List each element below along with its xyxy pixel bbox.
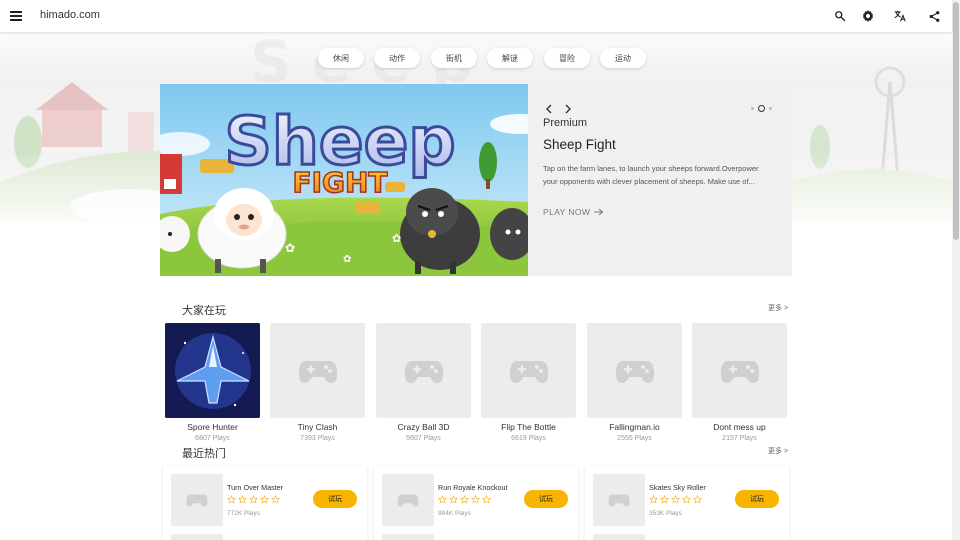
game-name: Dont mess up [713,422,766,432]
gamepad-icon[interactable] [382,474,434,526]
recent-game-plays: 984K Plays [438,510,471,517]
game-plays: 2157 Plays [722,435,757,442]
chevron-right-icon[interactable] [562,102,574,114]
recent-section-title: 最近热门 [182,448,226,460]
popular-more-link[interactable]: 更多 > [768,303,788,313]
category-pill-puzzle[interactable]: 解谜 [487,48,533,68]
featured-game-image[interactable]: Sheep FIGHT ✿ ✿ ✿ [160,84,528,276]
next-card-thumbnail [171,534,223,540]
gamepad-icon[interactable] [376,323,471,418]
play-now-label: PLAY NOW [543,207,591,217]
translate-icon[interactable] [892,8,908,24]
category-pill-sports[interactable]: 运动 [600,48,646,68]
category-pill-action[interactable]: 动作 [374,48,420,68]
page-scrollbar[interactable] [952,0,960,540]
recent-game-name[interactable]: Turn Over Master [227,483,283,492]
try-play-button[interactable]: 试玩 [735,490,779,508]
star-outline-icon[interactable] [249,495,258,504]
star-outline-icon[interactable] [260,495,269,504]
svg-text:FIGHT: FIGHT [292,166,387,199]
recent-game-plays: 772K Plays [227,510,260,517]
game-tile[interactable]: Crazy Ball 3D 5607 Plays [376,323,471,442]
game-name: Fallingman.io [609,422,660,432]
game-name: Spore Hunter [187,422,238,432]
svg-text:✿: ✿ [392,233,401,245]
game-tile[interactable]: Flip The Bottle 6619 Plays [481,323,576,442]
arrow-right-icon [594,208,604,216]
game-plays: 5607 Plays [406,435,441,442]
try-play-button[interactable]: 试玩 [313,490,357,508]
star-outline-icon[interactable] [271,495,280,504]
star-outline-icon[interactable] [682,495,691,504]
game-name: Flip The Bottle [501,422,556,432]
settings-icon[interactable] [860,8,876,24]
rating-stars[interactable] [227,495,280,504]
gamepad-icon[interactable] [270,323,365,418]
category-pill-adventure[interactable]: 冒险 [544,48,590,68]
gamepad-icon[interactable] [171,474,223,526]
game-plays: 7393 Plays [300,435,335,442]
star-outline-icon[interactable] [449,495,458,504]
gamepad-icon[interactable] [593,474,645,526]
game-plays: 6619 Plays [511,435,546,442]
rating-stars[interactable] [649,495,702,504]
game-thumbnail[interactable] [165,323,260,418]
star-outline-icon[interactable] [238,495,247,504]
featured-label: Premium [543,117,588,129]
game-tile[interactable]: Spore Hunter 6807 Plays [165,323,260,442]
star-outline-icon[interactable] [460,495,469,504]
featured-game-carousel: Sheep FIGHT ✿ ✿ ✿ Premium Sheep Fight Ta… [160,84,792,276]
carousel-dot[interactable] [769,107,772,110]
menu-icon[interactable] [10,10,22,22]
recent-game-name[interactable]: Skates Sky Roller [649,483,706,492]
game-tile[interactable]: Dont mess up 2157 Plays [692,323,787,442]
next-card-thumbnail [382,534,434,540]
carousel-indicators [751,105,772,112]
svg-text:✿: ✿ [285,241,295,255]
game-name: Crazy Ball 3D [397,422,450,432]
top-app-bar: himado.com [0,0,952,32]
recent-more-link[interactable]: 更多 > [768,446,788,456]
gamepad-icon[interactable] [481,323,576,418]
recent-game-name[interactable]: Run Royale Knockout [438,483,508,492]
star-outline-icon[interactable] [660,495,669,504]
scrollbar-thumb[interactable] [953,2,959,240]
star-outline-icon[interactable] [671,495,680,504]
star-outline-icon[interactable] [438,495,447,504]
gamepad-icon[interactable] [692,323,787,418]
carousel-dot-active[interactable] [758,105,765,112]
carousel-dot[interactable] [751,107,754,110]
site-title[interactable]: himado.com [40,9,100,21]
recent-game-card[interactable]: Skates Sky Roller 353K Plays 试玩 [585,466,789,540]
game-plays: 2555 Plays [617,435,652,442]
recent-game-card[interactable]: Run Royale Knockout 984K Plays 试玩 [374,466,578,540]
popular-section-title: 大家在玩 [182,305,226,317]
svg-text:✿: ✿ [343,254,351,265]
game-name: Tiny Clash [297,422,338,432]
star-outline-icon[interactable] [649,495,658,504]
category-pill-casual[interactable]: 休闲 [318,48,364,68]
search-icon[interactable] [832,8,848,24]
star-outline-icon[interactable] [471,495,480,504]
try-play-button[interactable]: 试玩 [524,490,568,508]
share-icon[interactable] [926,8,942,24]
gamepad-icon[interactable] [587,323,682,418]
recent-game-plays: 353K Plays [649,510,682,517]
featured-description: Tap on the farm lanes, to launch your sh… [543,164,759,186]
game-tile[interactable]: Tiny Clash 7393 Plays [270,323,365,442]
play-now-button[interactable]: PLAY NOW [543,207,604,217]
star-outline-icon[interactable] [227,495,236,504]
next-card-thumbnail [593,534,645,540]
featured-game-info: Premium Sheep Fight Tap on the farm lane… [528,84,792,276]
game-tile[interactable]: Fallingman.io 2555 Plays [587,323,682,442]
category-pill-arcade[interactable]: 街机 [431,48,477,68]
chevron-left-icon[interactable] [543,102,555,114]
recent-game-card[interactable]: Turn Over Master 772K Plays 试玩 [163,466,367,540]
featured-title: Sheep Fight [543,137,616,152]
game-plays: 6807 Plays [195,435,230,442]
star-outline-icon[interactable] [482,495,491,504]
star-outline-icon[interactable] [693,495,702,504]
rating-stars[interactable] [438,495,491,504]
